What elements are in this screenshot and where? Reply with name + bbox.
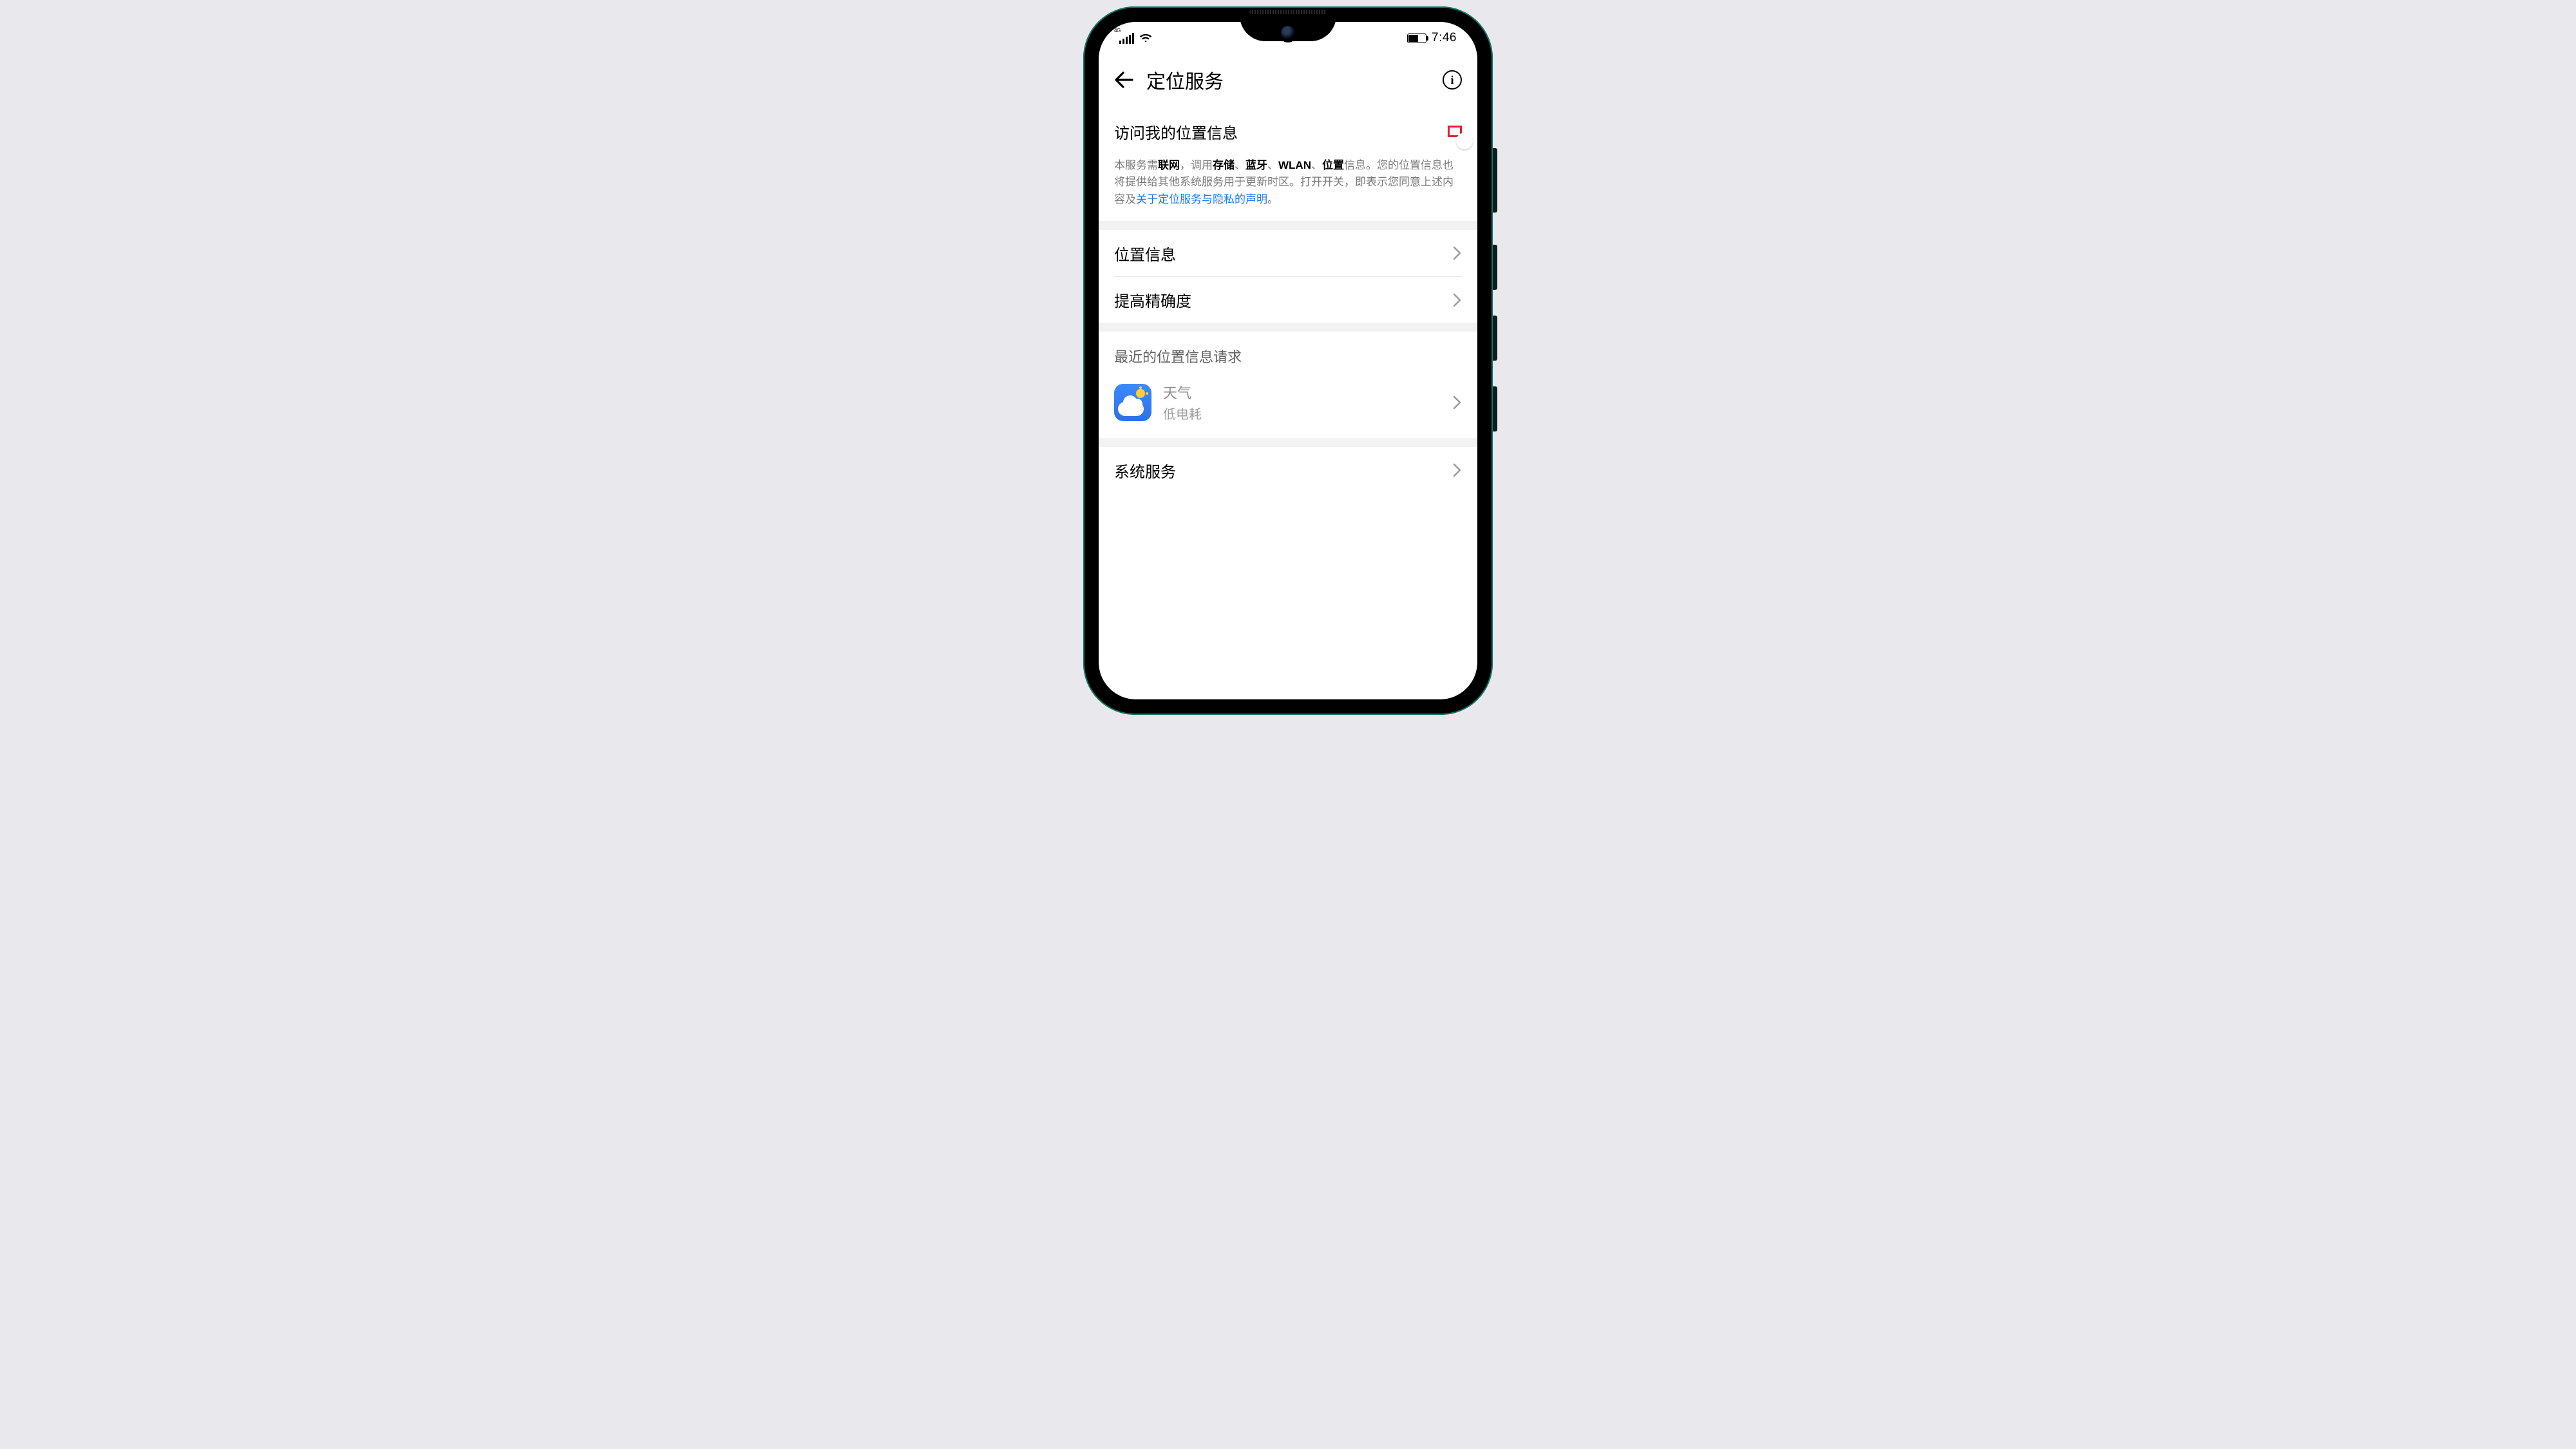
speaker-grille [1249,10,1327,14]
phone-frame: 4G 7:46 [1083,6,1493,715]
info-icon[interactable] [1443,70,1462,90]
page-title: 定位服务 [1146,66,1430,94]
side-button [1493,386,1497,431]
weather-app-icon [1114,384,1151,421]
clock: 7:46 [1432,31,1457,45]
side-button [1493,245,1497,290]
access-location-label: 访问我的位置信息 [1114,120,1238,143]
section-divider [1099,323,1477,332]
recent-app-row[interactable]: 天气 低电耗 [1099,375,1477,438]
recent-app-sub: 低电耗 [1163,404,1202,422]
access-location-description: 本服务需联网，调用存储、蓝牙、WLAN、位置信息。您的位置信息也将提供给其他系统… [1114,155,1462,221]
back-icon[interactable] [1114,71,1133,89]
app-header: 定位服务 [1099,48,1477,108]
improve-accuracy-label: 提高精确度 [1114,289,1191,311]
wifi-icon [1139,33,1152,43]
access-location-row: 访问我的位置信息 [1114,108,1462,155]
signal-icon: 4G [1119,33,1134,44]
system-services-label: 系统服务 [1114,459,1176,482]
chevron-right-icon [1453,293,1462,307]
chevron-right-icon [1453,246,1462,260]
location-info-row[interactable]: 位置信息 [1114,230,1462,276]
side-button [1493,316,1497,361]
screen: 4G 7:46 [1099,22,1477,699]
chevron-right-icon [1453,395,1462,410]
section-divider [1099,221,1477,230]
battery-icon [1407,33,1426,43]
highlight-box [1448,126,1462,137]
recent-app-name: 天气 [1163,382,1202,402]
front-camera [1281,26,1295,40]
system-services-row[interactable]: 系统服务 [1114,447,1462,493]
toggle-knob [1456,133,1473,149]
privacy-link[interactable]: 关于定位服务与隐私的声明 [1136,193,1267,205]
recent-requests-heading: 最近的位置信息请求 [1099,332,1477,375]
chevron-right-icon [1453,463,1462,477]
volume-button [1493,148,1497,213]
location-info-label: 位置信息 [1114,242,1176,265]
improve-accuracy-row[interactable]: 提高精确度 [1114,276,1462,323]
section-divider [1099,438,1477,447]
phone-bezel: 4G 7:46 [1092,15,1484,706]
